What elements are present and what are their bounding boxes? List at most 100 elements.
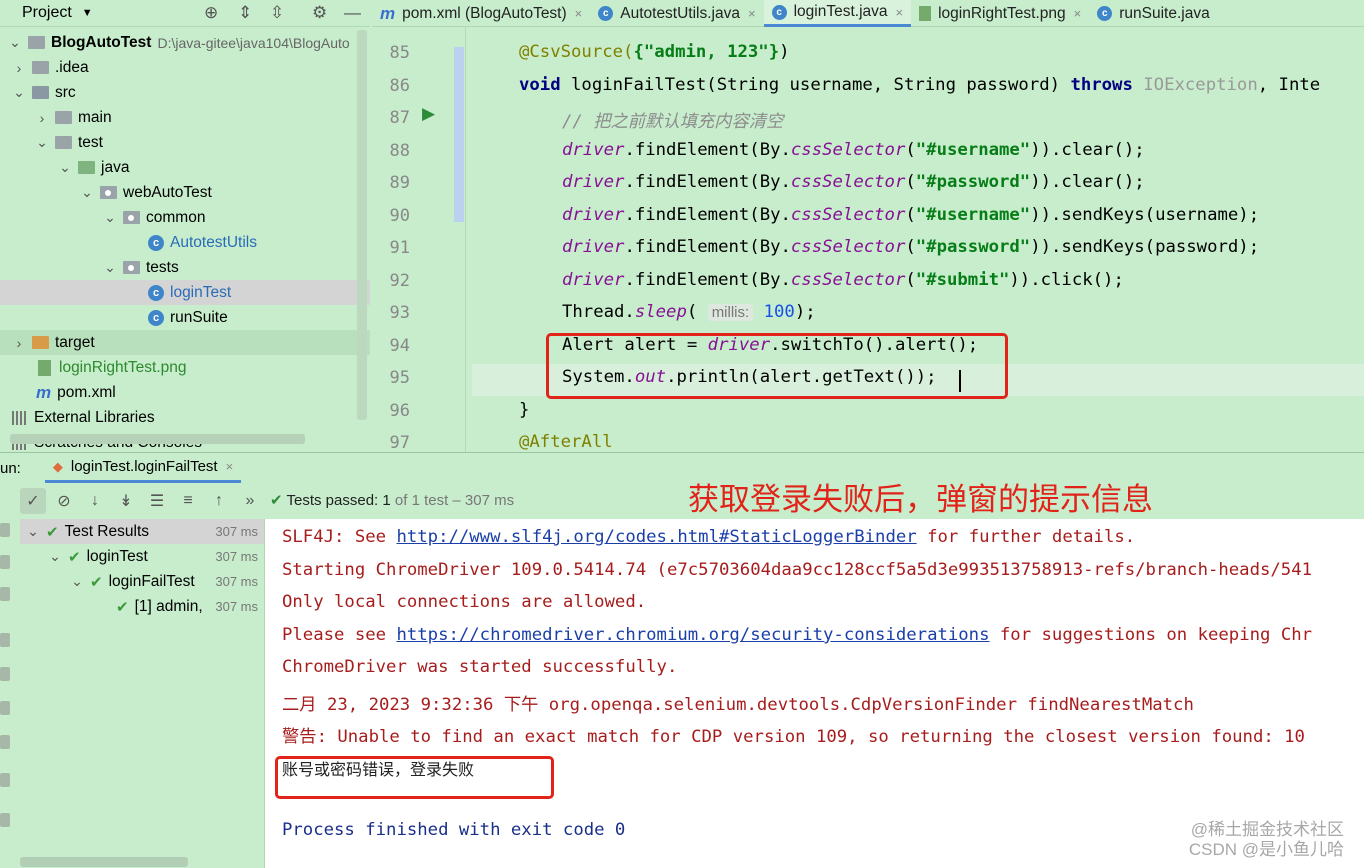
rerun-icon[interactable]	[0, 523, 10, 537]
expand-all-icon[interactable]: ☰	[144, 488, 170, 514]
more-icon[interactable]: »	[237, 488, 263, 514]
console-link[interactable]: https://chromedriver.chromium.org/securi…	[396, 625, 989, 645]
chevron-down-icon[interactable]: ⌄	[35, 134, 49, 151]
camera-icon[interactable]	[0, 667, 10, 681]
tab-runsuite[interactable]: c runSuite.java	[1089, 0, 1217, 27]
horizontal-scrollbar[interactable]	[20, 857, 188, 867]
stop-icon[interactable]	[0, 633, 10, 647]
tree-item-autotestutils[interactable]: c AutotestUtils	[0, 230, 370, 255]
tree-item-logintest[interactable]: c loginTest	[0, 280, 370, 305]
tree-item-external-libraries[interactable]: External Libraries	[0, 405, 370, 430]
line-number: 92	[389, 271, 410, 291]
class-icon: c	[148, 284, 164, 301]
image-file-icon	[38, 359, 51, 376]
tree-item-main[interactable]: › main	[0, 105, 370, 130]
code-line: driver.findElement(By.cssSelector("#user…	[562, 205, 1260, 225]
tab-logintest[interactable]: c loginTest.java ×	[763, 0, 912, 27]
chevron-down-icon[interactable]: ⌄	[12, 84, 26, 101]
chevron-down-icon[interactable]: ⌄	[48, 548, 62, 565]
chevron-down-icon[interactable]: ⌄	[8, 34, 22, 51]
expand-all-icon[interactable]: ⇕	[238, 3, 252, 23]
test-class-row[interactable]: ⌄ ✔ loginTest 307 ms	[20, 544, 264, 569]
close-icon[interactable]: ×	[896, 5, 904, 20]
collapse-all-icon[interactable]: ⇳	[270, 3, 284, 23]
show-passed-icon[interactable]: ✓	[20, 488, 46, 514]
watermark: @稀土掘金技术社区 CSDN @是小鱼儿哈	[1188, 820, 1344, 859]
tree-item-test[interactable]: ⌄ test	[0, 130, 370, 155]
project-view-selector[interactable]: Project	[22, 4, 72, 22]
tab-pom-xml[interactable]: m pom.xml (BlogAutoTest) ×	[372, 0, 590, 27]
line-number: 97	[389, 433, 410, 452]
console-link[interactable]: http://www.slf4j.org/codes.html#StaticLo…	[396, 527, 916, 547]
tab-autotestutils[interactable]: c AutotestUtils.java ×	[590, 0, 763, 27]
previous-icon[interactable]: ↑	[206, 488, 232, 514]
console-output[interactable]: SLF4J: See http://www.slf4j.org/codes.ht…	[265, 519, 1364, 868]
test-results-tree: ⌄ ✔ Test Results 307 ms ⌄ ✔ loginTest 30…	[20, 519, 264, 868]
tree-item-pom-xml[interactable]: m pom.xml	[0, 380, 370, 405]
line-number: 86	[389, 76, 410, 96]
tab-label: pom.xml (BlogAutoTest)	[402, 4, 567, 22]
tab-label: runSuite.java	[1119, 4, 1210, 22]
close-icon[interactable]: ×	[748, 6, 756, 21]
debug-icon[interactable]	[0, 555, 10, 569]
chevron-right-icon[interactable]: ›	[35, 110, 49, 126]
minimize-icon[interactable]: —	[344, 3, 361, 23]
chevron-down-icon[interactable]: ⌄	[103, 259, 117, 276]
tree-item-runsuite[interactable]: c runSuite	[0, 305, 370, 330]
sort-alpha-icon[interactable]: ↓	[82, 488, 108, 514]
locate-icon[interactable]: ⊕	[204, 3, 218, 23]
close-icon[interactable]: ×	[226, 459, 234, 474]
chevron-down-icon[interactable]: ⌄	[70, 573, 84, 590]
code-line: driver.findElement(By.cssSelector("#subm…	[562, 270, 1124, 290]
settings-icon[interactable]	[0, 587, 10, 601]
chevron-down-icon[interactable]: ▼	[82, 7, 93, 19]
tree-item-common[interactable]: ⌄ common	[0, 205, 370, 230]
tree-item-blogautotest[interactable]: ⌄ BlogAutoTest D:\java-gitee\java104\Blo…	[0, 30, 370, 55]
close-icon[interactable]: ×	[1074, 6, 1082, 21]
test-method-row[interactable]: ⌄ ✔ loginFailTest 307 ms	[20, 569, 264, 594]
vertical-scrollbar[interactable]	[357, 30, 367, 420]
sort-duration-icon[interactable]: ↡	[113, 488, 139, 514]
run-header: un: ◆ loginTest.loginFailTest ×	[0, 453, 1364, 483]
code-line: @AfterAll	[519, 432, 613, 452]
tree-item-label: src	[55, 83, 76, 101]
tree-item-webautotest[interactable]: ⌄ webAutoTest	[0, 180, 370, 205]
code-editor[interactable]: m pom.xml (BlogAutoTest) × c AutotestUti…	[372, 0, 1364, 452]
pin-icon[interactable]	[0, 813, 10, 827]
editor-gutter[interactable]: 85 86 87 88 89 90 91 92 93 94 95 96 97 ▶	[372, 27, 467, 452]
collapse-all-icon[interactable]: ≡	[175, 488, 201, 514]
gear-icon[interactable]: ⚙	[312, 3, 327, 23]
chevron-right-icon[interactable]: ›	[12, 60, 26, 76]
chevron-down-icon[interactable]: ⌄	[80, 184, 94, 201]
tree-item-java[interactable]: ⌄ java	[0, 155, 370, 180]
export-icon[interactable]	[0, 701, 10, 715]
close-icon[interactable]: ×	[575, 6, 583, 21]
layout-icon[interactable]	[0, 735, 10, 749]
test-case-row[interactable]: ✔ [1] admin, 307 ms	[20, 594, 264, 619]
chevron-down-icon[interactable]: ⌄	[103, 209, 117, 226]
grid-icon[interactable]	[0, 773, 10, 787]
check-icon: ✔	[46, 523, 59, 541]
maven-icon: m	[36, 382, 52, 402]
console-line: 警告: Unable to find an exact match for CD…	[282, 727, 1305, 747]
tree-item-tests[interactable]: ⌄ tests	[0, 255, 370, 280]
code-line: driver.findElement(By.cssSelector("#pass…	[562, 172, 1145, 192]
chevron-right-icon[interactable]: ›	[12, 335, 26, 351]
tree-item-label: AutotestUtils	[170, 233, 258, 251]
horizontal-scrollbar[interactable]	[10, 434, 305, 444]
chevron-down-icon[interactable]: ⌄	[26, 523, 40, 540]
tab-run-configuration[interactable]: ◆ loginTest.loginFailTest ×	[44, 453, 242, 483]
tree-item-src[interactable]: ⌄ src	[0, 80, 370, 105]
show-ignored-icon[interactable]: ⊘	[51, 488, 77, 514]
highlight-box	[275, 756, 554, 799]
tree-item-target[interactable]: › target	[0, 330, 370, 355]
tab-loginrighttest-png[interactable]: loginRightTest.png ×	[911, 0, 1089, 27]
chevron-down-icon[interactable]: ⌄	[58, 159, 72, 176]
class-icon: c	[598, 6, 614, 21]
tree-item-idea[interactable]: › .idea	[0, 55, 370, 80]
run-panel: un: ◆ loginTest.loginFailTest × ✓ ⊘ ↓ ↡ …	[0, 452, 1364, 868]
package-icon	[123, 211, 140, 224]
run-test-icon[interactable]: ▶	[422, 104, 435, 124]
test-results-root[interactable]: ⌄ ✔ Test Results 307 ms	[20, 519, 264, 544]
tree-item-loginrighttest-png[interactable]: loginRightTest.png	[0, 355, 370, 380]
